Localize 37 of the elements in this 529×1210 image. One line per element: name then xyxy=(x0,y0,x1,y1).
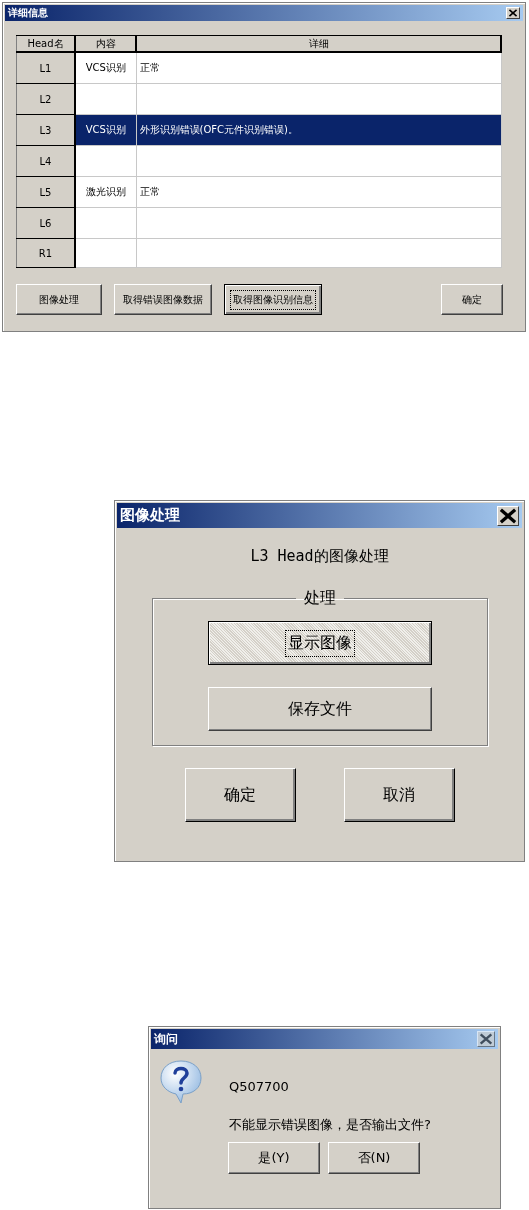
row-header[interactable]: L4 xyxy=(16,145,75,177)
close-button[interactable] xyxy=(506,7,520,19)
table-cell: 正常 xyxy=(136,176,501,208)
button[interactable]: 取得图像识别信息 xyxy=(224,284,322,315)
table-cell: 正常 xyxy=(136,52,501,84)
button[interactable]: 图像处理 xyxy=(16,284,102,315)
button[interactable]: 否(N) xyxy=(328,1142,420,1174)
table-cell: 激光识别 xyxy=(75,176,136,208)
button[interactable]: 取得错误图像数据 xyxy=(114,284,212,315)
row-header[interactable]: L5 xyxy=(16,176,75,208)
row-header[interactable]: L6 xyxy=(16,207,75,239)
button[interactable]: 确定 xyxy=(441,284,503,315)
row-header[interactable]: L3 xyxy=(16,114,75,146)
button[interactable]: 确定 xyxy=(184,768,296,822)
group-label: 处理 xyxy=(302,588,337,609)
button[interactable]: 保存文件 xyxy=(207,687,432,731)
row-header[interactable]: L1 xyxy=(16,52,75,84)
row-header[interactable]: R1 xyxy=(16,238,75,268)
button[interactable]: 取消 xyxy=(343,768,455,822)
button[interactable]: 是(Y) xyxy=(228,1142,320,1174)
table-cell: 外形识别错误(OFC元件识别错误)。 xyxy=(136,114,501,146)
button[interactable]: 显示图像 xyxy=(207,621,432,665)
close-button[interactable] xyxy=(477,1031,495,1047)
window-title: 详细信息 xyxy=(8,6,48,20)
dialog-heading: L3 Head的图像处理 xyxy=(250,547,389,566)
column-header: 详细 xyxy=(136,35,501,52)
column-header: Head名 xyxy=(16,35,75,52)
message-text: 不能显示错误图像，是否输出文件? xyxy=(229,1116,431,1134)
window-title: 询问 xyxy=(154,1030,178,1048)
question-icon xyxy=(159,1059,203,1105)
table-cell: VCS识别 xyxy=(75,114,136,146)
table-cell: VCS识别 xyxy=(75,52,136,84)
close-button[interactable] xyxy=(497,505,519,526)
message-code: Q507700 xyxy=(229,1079,290,1094)
row-header[interactable]: L2 xyxy=(16,83,75,115)
window-title: 图像处理 xyxy=(120,506,180,525)
column-header: 内容 xyxy=(75,35,136,52)
